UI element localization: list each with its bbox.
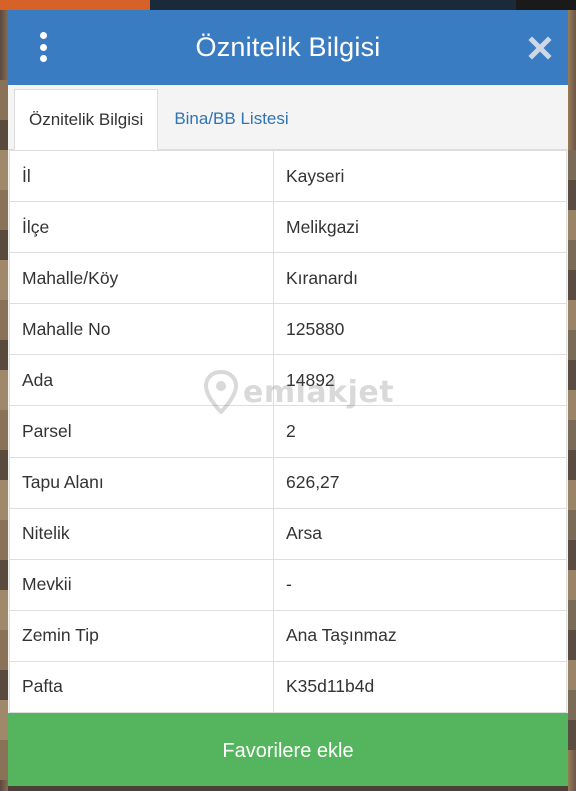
close-icon[interactable] xyxy=(528,36,552,60)
table-row: Mahalle/Köy Kıranardı xyxy=(9,252,567,305)
attribute-key: Mahalle No xyxy=(9,303,274,356)
table-row: İl Kayseri xyxy=(9,149,567,203)
attribute-value: Kıranardı xyxy=(273,252,567,305)
attribute-table-container: İl Kayseri İlçe Melikgazi Mahalle/Köy Kıranar… xyxy=(8,149,568,714)
attribute-table: İl Kayseri İlçe Melikgazi Mahalle/Köy Kıranar… xyxy=(9,149,567,714)
attribute-key: Parsel xyxy=(9,405,274,458)
table-row: Nitelik Arsa xyxy=(9,507,567,560)
attribute-value: Kayseri xyxy=(273,149,567,203)
vertical-dots-icon[interactable] xyxy=(34,32,52,62)
table-row: Parsel 2 xyxy=(9,405,567,458)
dialog-title: Öznitelik Bilgisi xyxy=(195,32,381,62)
attribute-value: - xyxy=(273,558,567,611)
background-edge xyxy=(0,80,8,780)
table-row: Mahalle No 125880 xyxy=(9,303,567,356)
attribute-value: Ana Taşınmaz xyxy=(273,609,567,662)
background-strip xyxy=(0,0,150,10)
attribute-key: İl xyxy=(9,149,274,203)
table-row: Zemin Tip Ana Taşınmaz xyxy=(9,609,567,662)
attribute-value: 2 xyxy=(273,405,567,458)
table-row: Tapu Alanı 626,27 xyxy=(9,456,567,509)
background-strip xyxy=(516,0,576,10)
tab-attribute-info[interactable]: Öznitelik Bilgisi xyxy=(14,89,159,150)
attribute-key: Zemin Tip xyxy=(9,609,274,662)
background-edge xyxy=(568,150,576,750)
attribute-key: Tapu Alanı xyxy=(9,456,274,509)
table-row: İlçe Melikgazi xyxy=(9,201,567,254)
dialog-header: Öznitelik Bilgisi xyxy=(8,10,568,85)
tab-building-list[interactable]: Bina/BB Listesi xyxy=(158,89,302,149)
attribute-key: Mevkii xyxy=(9,558,274,611)
table-row: Ada 14892 xyxy=(9,354,567,407)
attribute-key: Ada xyxy=(9,354,274,407)
attribute-info-dialog: Öznitelik Bilgisi Öznitelik Bilgisi Bina… xyxy=(8,10,568,786)
add-to-favorites-button[interactable]: Favorilere ekle xyxy=(8,713,568,786)
attribute-value: 125880 xyxy=(273,303,567,356)
attribute-key: Nitelik xyxy=(9,507,274,560)
attribute-key: Pafta xyxy=(9,660,274,714)
attribute-value: 14892 xyxy=(273,354,567,407)
attribute-value: 626,27 xyxy=(273,456,567,509)
attribute-value: Melikgazi xyxy=(273,201,567,254)
attribute-value: K35d11b4d xyxy=(273,660,567,714)
attribute-value: Arsa xyxy=(273,507,567,560)
tab-bar: Öznitelik Bilgisi Bina/BB Listesi xyxy=(8,85,568,150)
add-to-favorites-label: Favorilere ekle xyxy=(222,739,354,762)
attribute-key: İlçe xyxy=(9,201,274,254)
table-row: Mevkii - xyxy=(9,558,567,611)
table-row: Pafta K35d11b4d xyxy=(9,660,567,714)
attribute-key: Mahalle/Köy xyxy=(9,252,274,305)
